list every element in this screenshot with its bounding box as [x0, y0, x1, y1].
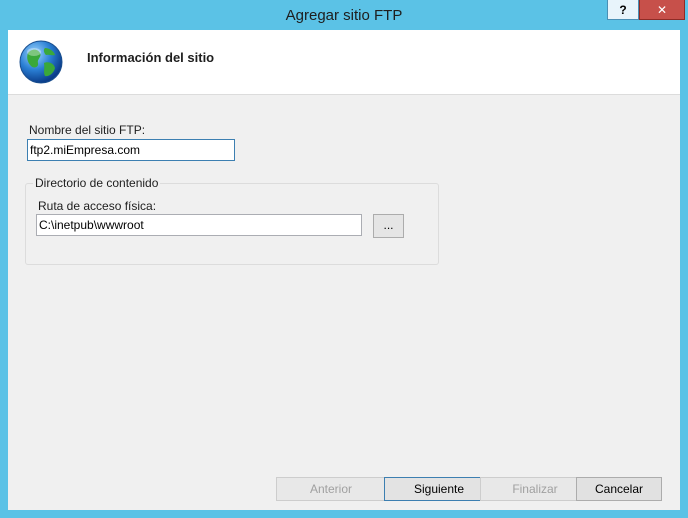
- close-button[interactable]: ✕: [639, 0, 685, 20]
- site-name-label: Nombre del sitio FTP:: [29, 123, 146, 137]
- browse-button[interactable]: ...: [373, 214, 404, 238]
- next-button[interactable]: Siguiente: [384, 477, 494, 501]
- globe-icon: [19, 40, 63, 84]
- finish-button[interactable]: Finalizar: [480, 477, 590, 501]
- physical-path-input[interactable]: C:\inetpub\wwwroot: [36, 214, 362, 236]
- title-bar[interactable]: Agregar sitio FTP ? ✕: [0, 0, 688, 30]
- dialog-body: Información del sitio Nombre del sitio F…: [8, 30, 680, 510]
- content-directory-title: Directorio de contenido: [33, 176, 161, 190]
- close-icon: ✕: [656, 3, 668, 17]
- back-button[interactable]: Anterior: [276, 477, 386, 501]
- dialog-window: Agregar sitio FTP ? ✕ Información del si…: [0, 0, 688, 518]
- help-button[interactable]: ?: [607, 0, 639, 20]
- physical-path-label: Ruta de acceso física:: [38, 199, 157, 213]
- site-name-input[interactable]: ftp2.miEmpresa.com: [27, 139, 235, 161]
- cancel-button[interactable]: Cancelar: [576, 477, 662, 501]
- page-title: Información del sitio: [87, 50, 215, 65]
- wizard-header: Información del sitio: [8, 30, 680, 95]
- window-title: Agregar sitio FTP: [285, 7, 403, 24]
